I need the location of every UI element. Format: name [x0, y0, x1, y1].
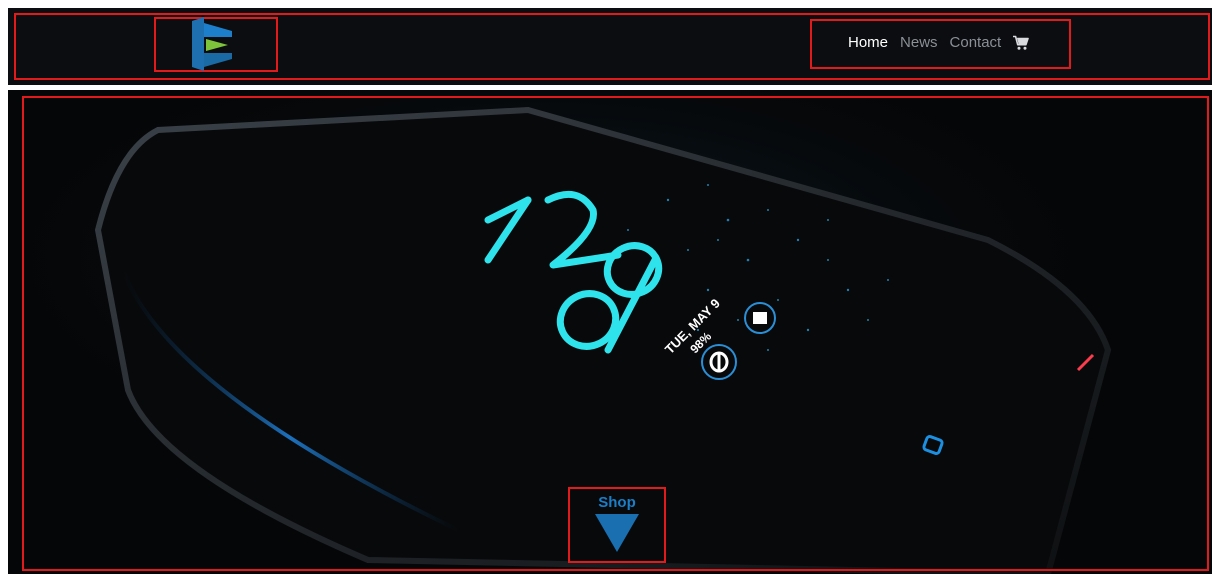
- down-triangle-icon[interactable]: [595, 514, 639, 554]
- brand-logo[interactable]: [188, 17, 236, 71]
- nav-news-link[interactable]: News: [900, 34, 938, 52]
- main-nav: Home News Contact: [848, 34, 1030, 52]
- shop-button[interactable]: Shop: [568, 487, 666, 563]
- shop-label[interactable]: Shop: [570, 495, 664, 511]
- nav-home-link[interactable]: Home: [848, 34, 888, 52]
- page: Home News Contact TUE, MAY 9 98% Shop: [0, 0, 1215, 579]
- nav-contact-link[interactable]: Contact: [950, 34, 1002, 52]
- shopping-cart-icon[interactable]: [1013, 35, 1030, 51]
